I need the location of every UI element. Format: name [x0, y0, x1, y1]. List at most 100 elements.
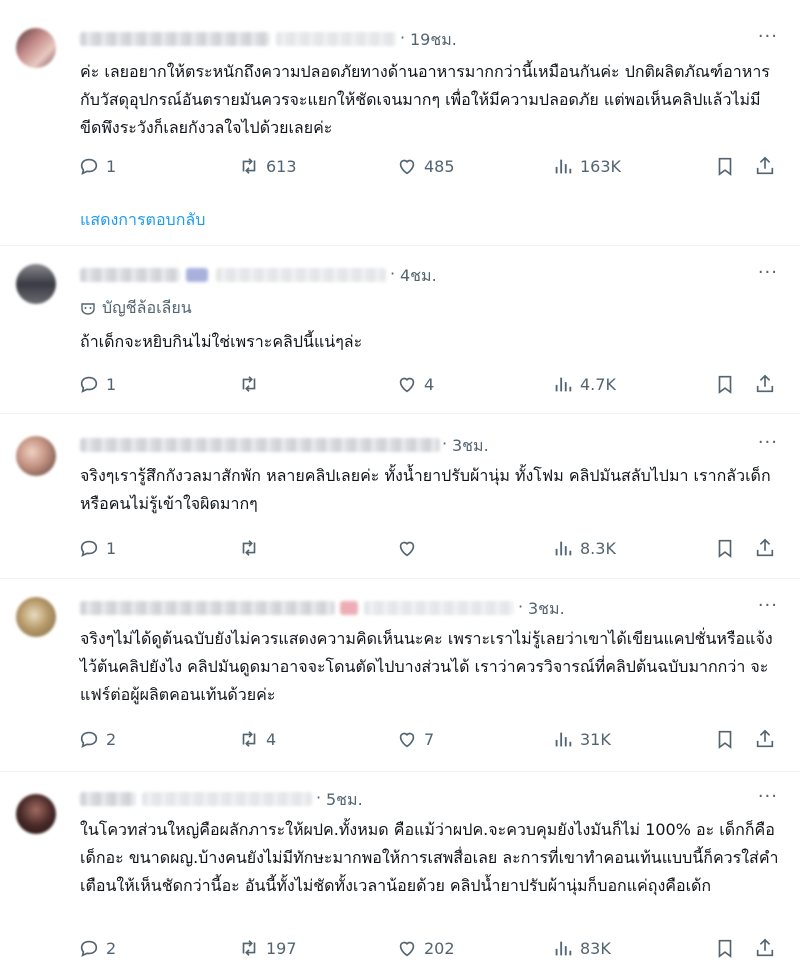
show-replies-link[interactable]: แสดงการตอบกลับ [80, 208, 205, 233]
views-button[interactable]: 83K [552, 936, 611, 960]
bookmark-icon [718, 939, 732, 958]
bookmark-button[interactable] [714, 936, 736, 960]
author-name[interactable] [80, 792, 136, 806]
more-options-icon[interactable]: ··· [758, 595, 778, 616]
repost-button[interactable]: 197 [238, 936, 297, 960]
avatar[interactable] [16, 264, 56, 304]
reply-icon [80, 940, 98, 957]
bookmark-button[interactable] [714, 727, 736, 751]
reply-post-2: · 4ชม. ··· บัญชีล้อเลียน ถ้าเด็กจะหยิบกิ… [0, 246, 800, 414]
reply-icon [80, 540, 98, 557]
views-count: 4.7K [580, 374, 616, 394]
share-button[interactable] [754, 727, 776, 751]
views-icon [555, 732, 572, 747]
like-button[interactable]: 7 [396, 727, 434, 751]
reply-button[interactable]: 2 [78, 727, 116, 751]
reply-post-1: · 19ชม. ··· ค่ะ เลยอยากให้ตระหนักถึงความ… [0, 0, 800, 246]
like-button[interactable]: 485 [396, 154, 455, 178]
action-bar: 1 8.3K [78, 536, 782, 560]
action-bar: 2 4 7 31K [78, 727, 782, 751]
post-text: จริงๆเรารู้สึกกังวลมาสักพัก หลายคลิปเลยค… [80, 466, 771, 513]
post-text: ในโควทส่วนใหญ่คือผลักภาระให้ผปค.ทั้งหมด … [80, 820, 779, 895]
reply-count: 2 [106, 938, 117, 958]
reply-button[interactable]: 2 [78, 936, 116, 960]
like-count: 7 [424, 729, 435, 749]
reply-count: 1 [106, 374, 117, 394]
reply-button[interactable]: 1 [78, 372, 116, 396]
repost-count: 4 [266, 729, 277, 749]
views-button[interactable]: 8.3K [552, 536, 616, 560]
action-bar: 1 4 4.7K [78, 372, 782, 396]
post-text: ถ้าเด็กจะหยิบกินไม่ใช่เพราะคลิปนี้แน่ๆล่… [80, 332, 363, 351]
views-count: 8.3K [580, 538, 616, 558]
post-time[interactable]: 4ชม. [400, 264, 437, 289]
repost-count: 613 [266, 156, 297, 176]
repost-button[interactable] [238, 372, 266, 396]
repost-button[interactable]: 613 [238, 154, 297, 178]
reply-post-5: · 5ชม. ··· ในโควทส่วนใหญ่คือผลักภาระให้ผ… [0, 772, 800, 979]
post-time[interactable]: 3ชม. [452, 434, 489, 459]
like-icon [399, 732, 415, 748]
like-button[interactable] [396, 536, 424, 560]
verified-badge-blur [186, 268, 208, 282]
share-icon [756, 538, 774, 557]
views-count: 31K [580, 729, 611, 749]
post-time[interactable]: 5ชม. [326, 788, 363, 813]
author-handle[interactable] [216, 268, 386, 282]
reply-post-4: · 3ชม. ··· จริงๆไม่ได้ดูต้นฉบับยังไม่ควร… [0, 579, 800, 772]
separator-dot: · [400, 28, 406, 47]
like-icon [399, 159, 415, 175]
like-button[interactable]: 4 [396, 372, 434, 396]
author-handle[interactable] [276, 32, 396, 46]
like-button[interactable]: 202 [396, 936, 455, 960]
avatar[interactable] [16, 794, 56, 834]
avatar[interactable] [16, 436, 56, 476]
avatar[interactable] [16, 28, 56, 68]
bookmark-button[interactable] [714, 536, 736, 560]
views-count: 163K [580, 156, 622, 176]
bookmark-button[interactable] [714, 154, 736, 178]
author-name[interactable] [80, 32, 270, 46]
author-name[interactable] [80, 601, 335, 615]
views-count: 83K [580, 938, 611, 958]
bookmark-icon [718, 730, 732, 749]
share-button[interactable] [754, 372, 776, 396]
views-icon [555, 541, 572, 556]
share-button[interactable] [754, 154, 776, 178]
reply-button[interactable]: 1 [78, 536, 116, 560]
post-text: จริงๆไม่ได้ดูต้นฉบับยังไม่ควรแสดงความคิด… [80, 629, 773, 704]
more-options-icon[interactable]: ··· [758, 432, 778, 453]
author-name[interactable] [80, 438, 440, 452]
views-button[interactable]: 163K [552, 154, 621, 178]
parody-account-label: บัญชีล้อเลียน [80, 296, 192, 321]
reply-count: 2 [106, 729, 117, 749]
more-options-icon[interactable]: ··· [758, 786, 778, 807]
separator-dot: · [390, 264, 396, 283]
views-button[interactable]: 31K [552, 727, 611, 751]
author-handle[interactable] [364, 601, 514, 615]
views-icon [555, 159, 572, 174]
bookmark-button[interactable] [714, 372, 736, 396]
more-options-icon[interactable]: ··· [758, 262, 778, 283]
post-time[interactable]: 19ชม. [410, 28, 457, 53]
avatar[interactable] [16, 597, 56, 637]
reply-button[interactable]: 1 [78, 154, 116, 178]
author-handle[interactable] [142, 792, 312, 806]
share-button[interactable] [754, 936, 776, 960]
views-button[interactable]: 4.7K [552, 372, 616, 396]
author-name[interactable] [80, 268, 180, 282]
repost-button[interactable]: 4 [238, 727, 276, 751]
action-bar: 2 197 202 83K [78, 936, 782, 960]
reply-icon [80, 376, 98, 393]
repost-icon [242, 540, 256, 556]
views-icon [555, 941, 572, 956]
repost-button[interactable] [238, 536, 266, 560]
share-button[interactable] [754, 536, 776, 560]
like-icon [399, 541, 415, 557]
repost-icon [242, 940, 256, 956]
post-time[interactable]: 3ชม. [528, 597, 565, 622]
separator-dot: · [518, 597, 524, 616]
bookmark-icon [718, 375, 732, 394]
more-options-icon[interactable]: ··· [758, 26, 778, 47]
reply-post-3: · 3ชม. ··· จริงๆเรารู้สึกกังวลมาสักพัก ห… [0, 414, 800, 579]
